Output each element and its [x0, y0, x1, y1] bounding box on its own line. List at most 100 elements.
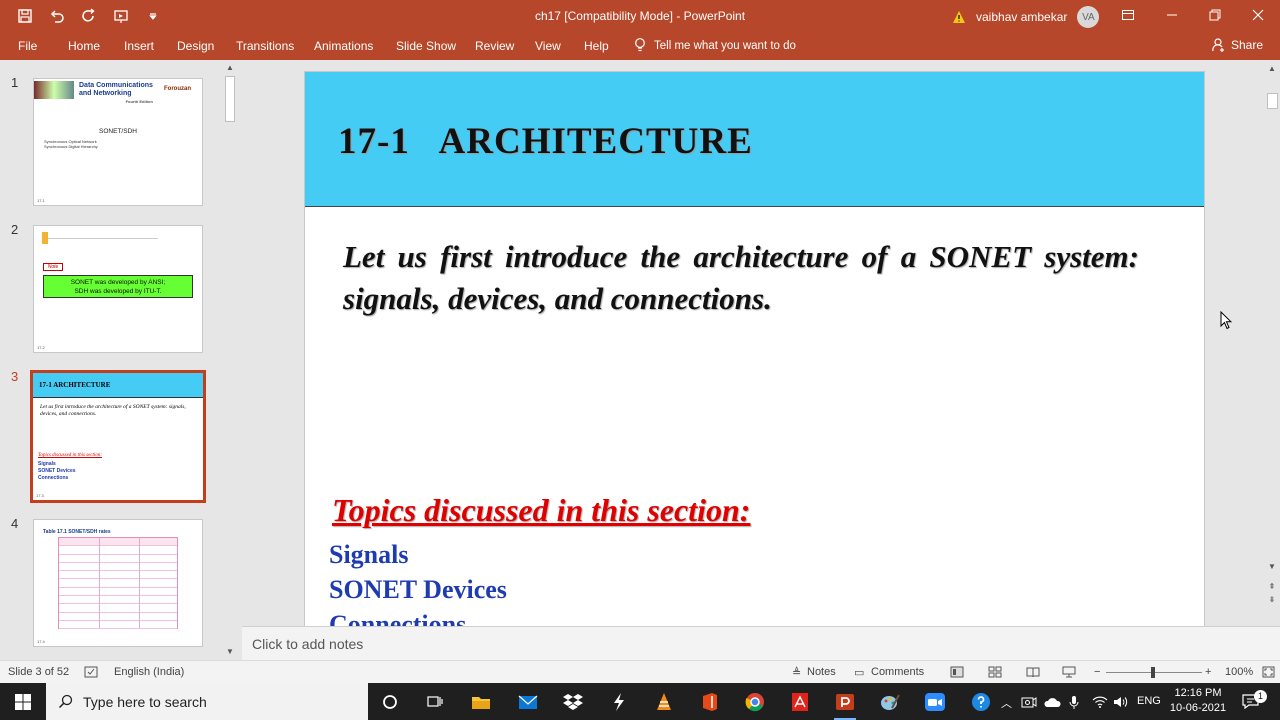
topic-item[interactable]: SONET Devices — [329, 575, 507, 605]
zoom-app-icon[interactable] — [920, 687, 950, 717]
scroll-up-icon[interactable]: ▲ — [225, 63, 235, 73]
wifi-icon[interactable] — [1092, 696, 1108, 708]
slide-header: 17-1 ARCHITECTURE — [305, 72, 1204, 207]
slide-scrollbar[interactable]: ▲ ▼ ⇞ ⇟ — [1264, 60, 1280, 626]
file-explorer-icon[interactable] — [466, 687, 496, 717]
customize-toolbar-icon[interactable] — [140, 6, 166, 26]
thumb-body: Let us first introduce the architecture … — [40, 404, 186, 417]
mail-icon[interactable] — [513, 687, 543, 717]
account-area[interactable]: vaibhav ambekar VA — [952, 6, 1100, 28]
tab-animations[interactable]: Animations — [314, 39, 373, 53]
notes-toggle-label[interactable]: Notes — [807, 666, 836, 678]
windows-start-icon[interactable] — [0, 683, 46, 720]
tab-review[interactable]: Review — [475, 39, 514, 53]
chrome-icon[interactable] — [740, 687, 770, 717]
help-icon[interactable] — [966, 687, 996, 717]
thumb-main-title: SONET/SDH — [99, 128, 137, 135]
share-button[interactable]: Share — [1212, 38, 1263, 52]
slide-show-icon[interactable] — [1062, 666, 1076, 678]
notes-pane[interactable]: Click to add notes — [242, 626, 1280, 660]
topic-item[interactable]: Signals — [329, 540, 409, 570]
title-bar: ch17 [Compatibility Mode] - PowerPoint v… — [0, 0, 1280, 32]
tab-insert[interactable]: Insert — [124, 39, 154, 53]
cortana-icon[interactable] — [375, 687, 405, 717]
taskbar-search-box[interactable]: Type here to search — [46, 683, 368, 720]
thumbnail-scrollbar[interactable]: ▲ ▼ — [223, 60, 237, 660]
previous-slide-icon[interactable]: ⇞ — [1267, 582, 1277, 591]
thumb-footer: 17.1 — [37, 198, 45, 203]
task-view-icon[interactable] — [420, 687, 450, 717]
clock-date: 10-06-2021 — [1169, 702, 1227, 714]
restore-icon[interactable] — [1193, 0, 1237, 30]
thumb-subtitle: Synchronous Optical Network Synchronous … — [44, 139, 98, 149]
fit-to-window-icon[interactable] — [1262, 666, 1275, 678]
accessibility-icon[interactable] — [84, 666, 98, 678]
slide-sorter-icon[interactable] — [988, 666, 1002, 678]
scrollbar-thumb[interactable] — [1267, 93, 1278, 109]
quick-access-toolbar — [12, 6, 166, 26]
slide-thumbnail-pane: 1 Data Communications and Networking Fou… — [0, 60, 242, 660]
comments-icon[interactable]: ▭ — [854, 666, 864, 679]
slide-title[interactable]: 17-1 ARCHITECTURE — [338, 120, 753, 163]
zoom-in-icon[interactable]: + — [1205, 666, 1211, 678]
slide-thumbnail-4[interactable]: Table 17.1 SONET/SDH rates 17.4 — [33, 519, 203, 647]
tab-file[interactable]: File — [18, 39, 37, 53]
redo-icon[interactable] — [76, 6, 102, 26]
language-indicator[interactable]: English (India) — [114, 666, 184, 678]
system-clock[interactable]: 12:16 PM 10-06-2021 — [1165, 686, 1231, 716]
dropbox-icon[interactable] — [558, 687, 588, 717]
tab-slide-show[interactable]: Slide Show — [396, 39, 456, 53]
slide-thumbnail-2[interactable]: Note SONET was developed by ANSI; SDH wa… — [33, 225, 203, 353]
mouse-cursor-icon — [1220, 311, 1232, 330]
slide-number: 3 — [11, 369, 19, 384]
slide-body-text[interactable]: Let us first introduce the architecture … — [343, 236, 1139, 320]
input-language[interactable]: ENG — [1137, 695, 1161, 707]
normal-view-icon[interactable] — [950, 666, 964, 678]
undo-icon[interactable] — [44, 6, 70, 26]
next-slide-icon[interactable]: ⇟ — [1267, 595, 1277, 604]
tab-home[interactable]: Home — [68, 39, 100, 53]
ribbon-display-options-icon[interactable] — [1106, 0, 1150, 30]
tab-transitions[interactable]: Transitions — [236, 39, 294, 53]
onedrive-icon[interactable] — [1043, 697, 1061, 708]
show-hidden-icons-icon[interactable]: ︿ — [1001, 695, 1012, 711]
comments-toggle-label[interactable]: Comments — [871, 666, 924, 678]
office-icon[interactable] — [695, 687, 725, 717]
topics-heading[interactable]: Topics discussed in this section: — [332, 492, 750, 529]
tell-me-search[interactable]: Tell me what you want to do — [634, 38, 796, 53]
scroll-down-icon[interactable]: ▼ — [1267, 562, 1277, 571]
minimize-icon[interactable] — [1150, 0, 1194, 30]
start-from-beginning-icon[interactable] — [108, 6, 134, 26]
avatar[interactable]: VA — [1077, 6, 1100, 28]
tab-design[interactable]: Design — [177, 39, 214, 53]
screen-capture-icon[interactable] — [1021, 696, 1037, 708]
scroll-up-icon[interactable]: ▲ — [1267, 64, 1277, 73]
thumb-footer: 17.4 — [37, 639, 45, 644]
topic-item[interactable]: Connections — [329, 610, 466, 626]
vlc-icon[interactable] — [649, 687, 679, 717]
scrollbar-thumb[interactable] — [225, 76, 235, 122]
windows-taskbar: Type here to search ︿ ENG 12:16 PM 10-06… — [0, 683, 1280, 720]
reading-view-icon[interactable] — [1026, 666, 1040, 678]
acrobat-icon[interactable] — [785, 687, 815, 717]
zoom-slider-knob[interactable] — [1151, 667, 1155, 678]
paint-icon[interactable] — [875, 687, 905, 717]
slide-number: 2 — [11, 222, 19, 237]
slide-thumbnail-1[interactable]: Data Communications and Networking Fourt… — [33, 78, 203, 206]
close-icon[interactable] — [1236, 0, 1280, 30]
save-icon[interactable] — [12, 6, 38, 26]
powerpoint-icon[interactable] — [830, 687, 860, 720]
tab-view[interactable]: View — [535, 39, 561, 53]
slide-thumbnail-3[interactable]: 17-1 ARCHITECTURE Let us first introduce… — [30, 370, 206, 503]
thumb-topic: SONET Devices — [38, 468, 76, 474]
winamp-icon[interactable] — [604, 687, 634, 717]
notes-toggle-icon[interactable]: ≜ — [792, 666, 801, 679]
tab-help[interactable]: Help — [584, 39, 609, 53]
scroll-down-icon[interactable]: ▼ — [225, 647, 235, 657]
volume-icon[interactable] — [1113, 696, 1129, 708]
zoom-level[interactable]: 100% — [1225, 666, 1253, 678]
current-slide[interactable]: 17-1 ARCHITECTURE Let us first introduce… — [304, 71, 1205, 626]
zoom-out-icon[interactable]: − — [1094, 666, 1100, 678]
microphone-icon[interactable] — [1069, 695, 1079, 710]
thumb-footer: 17.2 — [37, 345, 45, 350]
